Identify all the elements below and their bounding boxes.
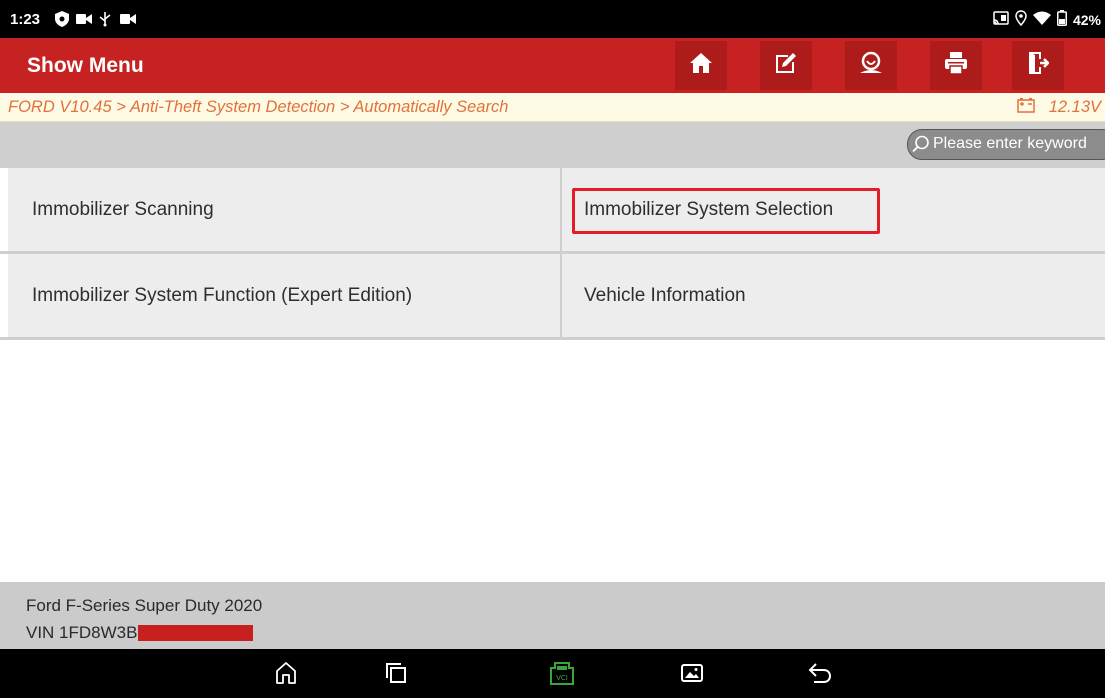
- video-icon: [120, 10, 136, 28]
- status-bar: 1:23 42%: [0, 0, 1105, 38]
- grid-divider: [0, 337, 1105, 340]
- menu-item-vehicle-information[interactable]: Vehicle Information: [562, 254, 1105, 337]
- nav-recents-button[interactable]: [380, 659, 412, 691]
- battery-icon: [1056, 10, 1067, 29]
- home-icon: [274, 661, 298, 690]
- edit-report-button[interactable]: [760, 41, 812, 90]
- video-icon: [76, 10, 92, 28]
- print-icon: [944, 51, 968, 80]
- home-button[interactable]: [675, 41, 727, 90]
- menu-item-label: Vehicle Information: [584, 284, 746, 306]
- search-box[interactable]: [907, 129, 1105, 160]
- vehicle-info-footer: Ford F-Series Super Duty 2020 VIN 1FD8W3…: [0, 582, 1105, 649]
- vehicle-vin: VIN 1FD8W3B: [26, 623, 254, 643]
- car-battery-icon: [1016, 97, 1035, 118]
- nav-home-button[interactable]: [270, 659, 302, 691]
- android-navbar: VCI: [0, 649, 1105, 698]
- nav-gallery-button[interactable]: [676, 659, 708, 691]
- support-icon: [858, 51, 884, 80]
- selection-highlight: [572, 188, 880, 234]
- back-icon: [808, 662, 832, 689]
- cast-icon: [993, 11, 1009, 28]
- shield-icon: [55, 10, 69, 28]
- voltage-indicator: 12.13V: [1016, 97, 1101, 118]
- gallery-icon: [681, 663, 703, 688]
- battery-percent: 42%: [1072, 11, 1101, 28]
- voltage-value: 12.13V: [1048, 98, 1101, 116]
- exit-icon: [1027, 51, 1050, 80]
- menu-item-label: Immobilizer Scanning: [32, 198, 214, 220]
- page-title: Show Menu: [27, 54, 144, 77]
- svg-text:VCI: VCI: [556, 674, 568, 682]
- vin-redaction: [138, 625, 254, 641]
- search-input[interactable]: [933, 135, 1105, 153]
- menu-item-label: Immobilizer System Function (Expert Edit…: [32, 284, 413, 306]
- breadcrumb: FORD V10.45 > Anti-Theft System Detectio…: [0, 93, 1105, 122]
- print-button[interactable]: [930, 41, 982, 90]
- nav-back-button[interactable]: [804, 659, 836, 691]
- breadcrumb-path: FORD V10.45 > Anti-Theft System Detectio…: [8, 98, 509, 116]
- search-icon: [912, 135, 930, 158]
- vci-icon: VCI: [547, 659, 577, 692]
- vehicle-model: Ford F-Series Super Duty 2020: [26, 596, 263, 615]
- nav-vci-button[interactable]: VCI: [546, 659, 578, 691]
- remote-support-button[interactable]: [845, 41, 897, 90]
- wifi-icon: [1032, 11, 1051, 28]
- grid-divider: [560, 168, 562, 339]
- app-header: Show Menu: [0, 38, 1105, 93]
- exit-button[interactable]: [1012, 41, 1064, 90]
- usb-icon: [98, 10, 112, 28]
- edit-icon: [774, 51, 798, 80]
- location-icon: [1015, 10, 1027, 29]
- recents-icon: [385, 662, 407, 689]
- status-time: 1:23: [10, 11, 41, 28]
- home-icon: [689, 52, 713, 79]
- menu-item-immobilizer-scanning[interactable]: Immobilizer Scanning: [8, 168, 560, 251]
- menu-item-immobilizer-system-function[interactable]: Immobilizer System Function (Expert Edit…: [8, 254, 560, 337]
- vin-text: VIN 1FD8W3B: [26, 623, 138, 642]
- search-bar: [0, 122, 1105, 167]
